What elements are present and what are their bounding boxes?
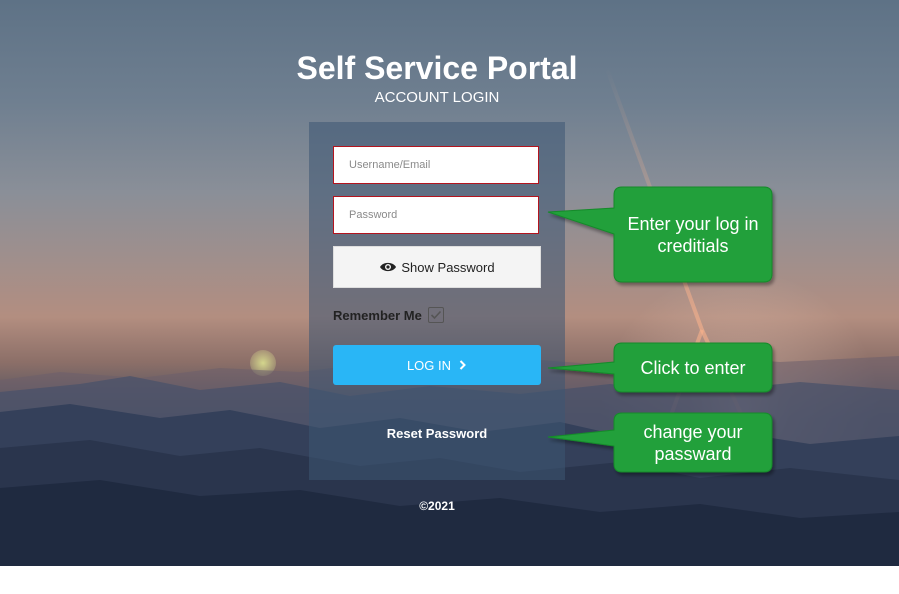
remember-me-label: Remember Me bbox=[333, 307, 422, 323]
password-input[interactable] bbox=[333, 196, 539, 234]
reset-password-link[interactable]: Reset Password bbox=[333, 426, 541, 441]
remember-me[interactable]: Remember Me bbox=[333, 307, 444, 323]
callout-login-text: Click to enter bbox=[614, 357, 772, 379]
login-button-label: LOG IN bbox=[406, 357, 452, 373]
copyright-text: ©2021 bbox=[419, 499, 455, 513]
checkbox-check-icon bbox=[430, 310, 441, 320]
login-button[interactable]: LOG IN bbox=[333, 345, 541, 385]
show-password-label: Show Password bbox=[401, 259, 495, 275]
callout-credentials-text: Enter your log in creditials bbox=[614, 213, 772, 257]
eye-icon bbox=[380, 262, 397, 272]
callout-reset-line1: change your bbox=[643, 422, 743, 442]
callout-reset-text: change your passward bbox=[614, 421, 772, 465]
remember-me-checkbox[interactable] bbox=[427, 307, 444, 323]
callout-credentials-line1: Enter your log in bbox=[627, 214, 759, 234]
show-password-button[interactable]: Show Password bbox=[333, 246, 541, 288]
callout-login-line1: Click to enter bbox=[640, 358, 746, 378]
page-subtitle: ACCOUNT LOGIN bbox=[374, 89, 500, 106]
chevron-right-icon bbox=[459, 360, 466, 370]
page-title: Self Service Portal bbox=[296, 50, 578, 86]
callout-reset-line2: passward bbox=[654, 444, 732, 464]
username-input[interactable] bbox=[333, 146, 539, 184]
callout-credentials-line2: creditials bbox=[657, 236, 729, 256]
